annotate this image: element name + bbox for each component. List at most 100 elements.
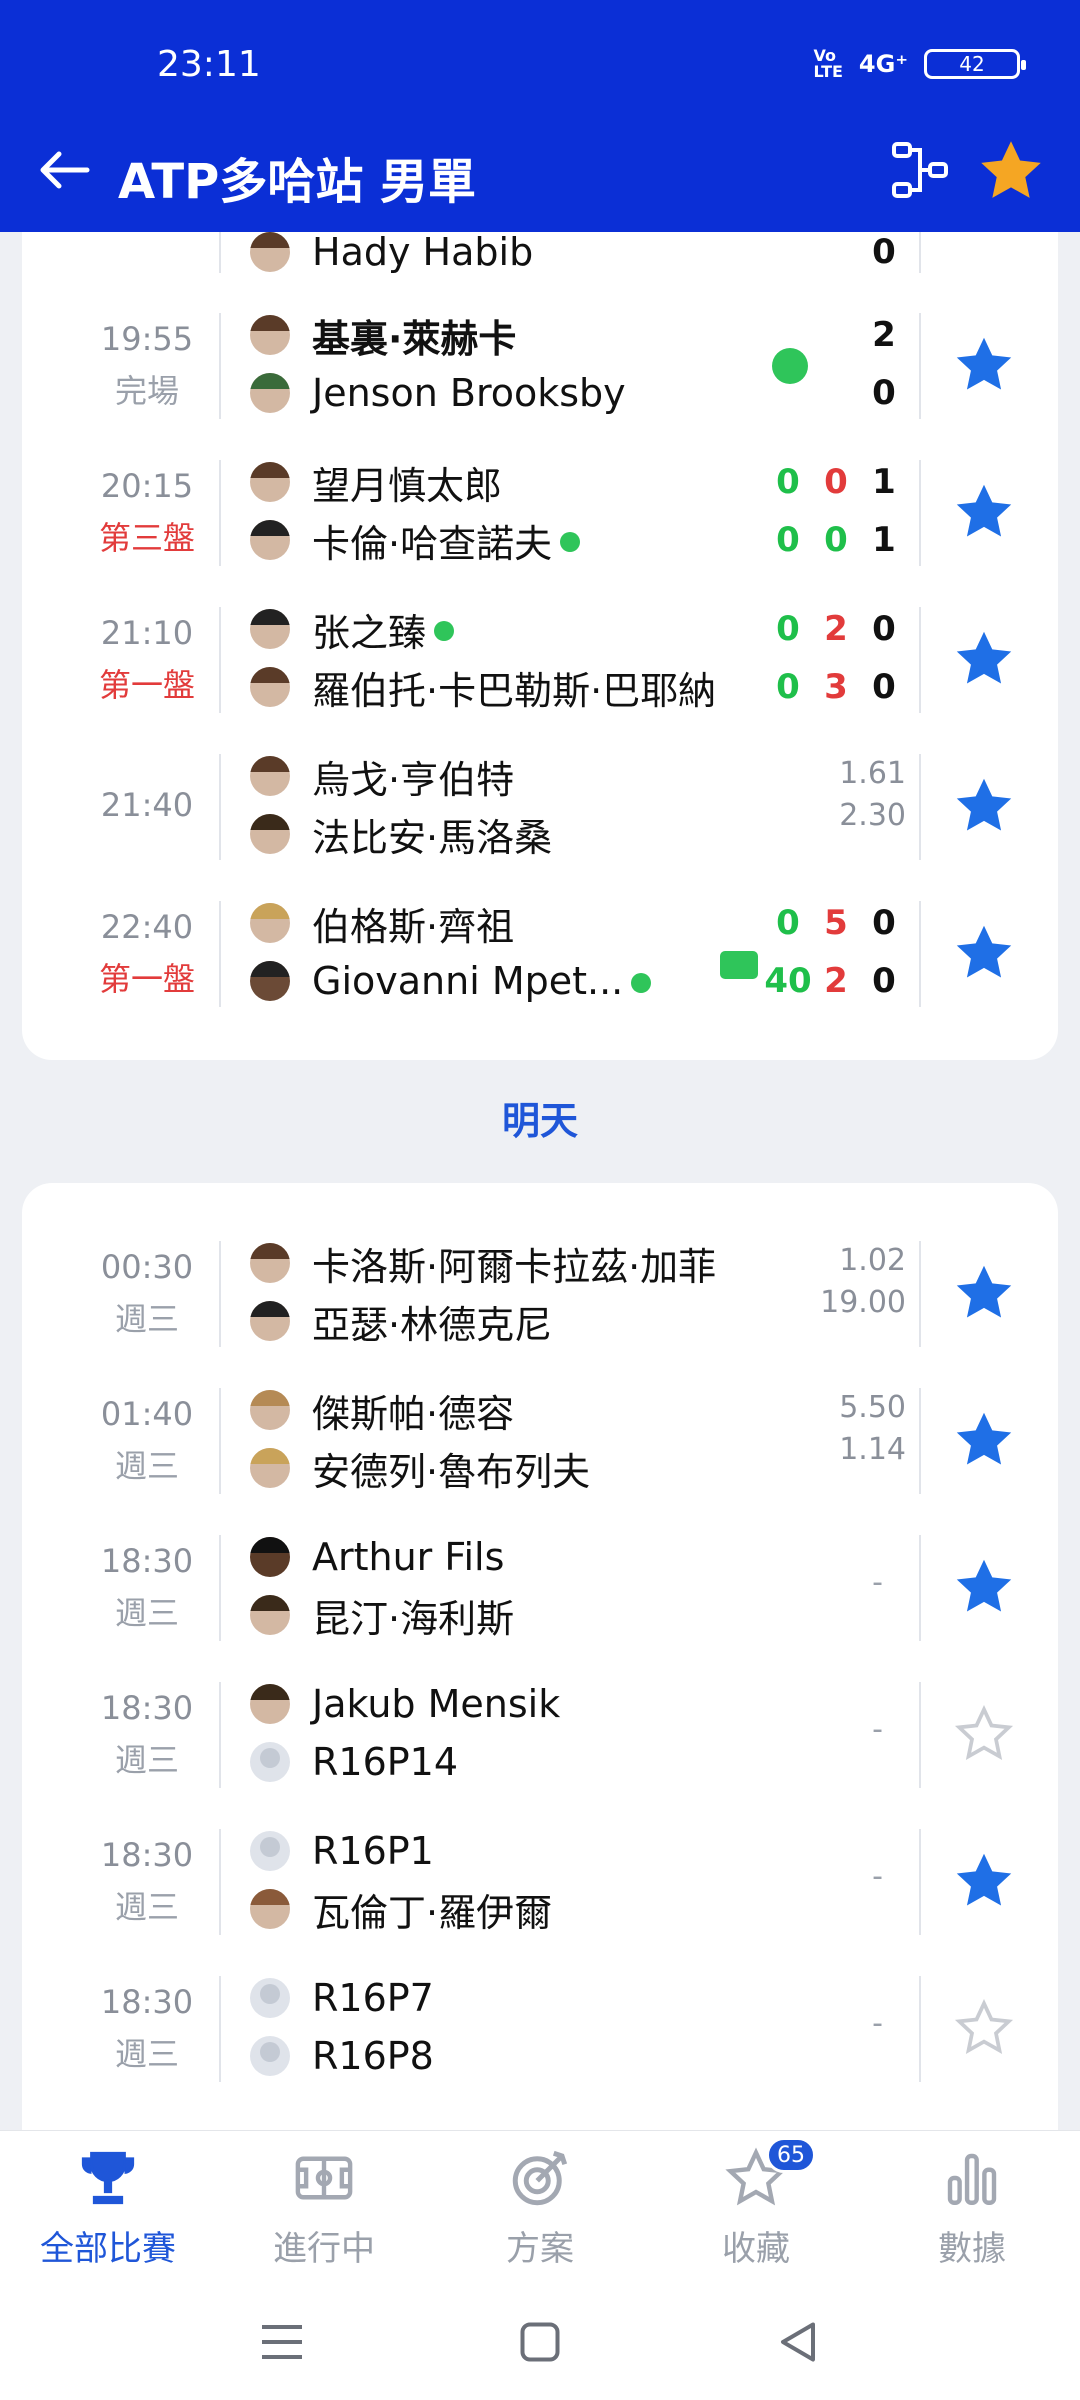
star-filled-icon [981,141,1041,198]
match-row[interactable]: 18:30 週三 Arthur Fils 昆汀·海利斯 - [22,1515,1058,1662]
page-title: ATP多哈站 男單 [118,154,477,210]
tab-in-progress[interactable]: 進行中 [216,2131,432,2280]
player-name: 卡洛斯·阿爾卡拉茲·加菲 [312,1244,717,1289]
match-time: 19:55 [100,320,194,358]
tab-plans[interactable]: 方案 [432,2131,648,2280]
menu-icon[interactable] [252,2312,312,2372]
player-name: 昆汀·海利斯 [312,1596,515,1641]
player-avatar [250,1595,290,1635]
favorite-league-button[interactable] [976,136,1046,206]
match-row[interactable]: 21:10 第一盤 张之臻 羅伯托·卡巴勒斯·巴耶納 020 030 [22,587,1058,734]
player-name: Jakub Mensik [312,1682,561,1726]
player-row: Arthur Fils [250,1528,504,1586]
player-avatar [250,1889,290,1929]
player-name: 法比安·馬洛桑 [312,815,553,860]
star-filled-icon[interactable] [952,1408,1016,1472]
player-row: R16P7 [250,1969,434,2027]
serving-ball-icon [560,532,581,552]
star-filled-icon[interactable] [952,333,1016,397]
odds-placeholder: - [872,1712,883,1747]
match-time: 18:30 [100,1689,194,1727]
player-name: Giovanni Mpet... [312,959,624,1003]
serving-ball-icon [631,973,652,993]
player-name: R16P1 [312,1829,434,1873]
player-row: R16P1 [250,1822,434,1880]
match-time: 00:30 [100,1248,194,1286]
player-avatar-placeholder [250,1978,290,2018]
status-icons: Vo LTE 4G⁺ 42 [813,46,1026,81]
player-row: 卡倫·哈查諾夫 [250,511,581,569]
app-header: 23:11 Vo LTE 4G⁺ 42 ATP多哈站 男單 [0,0,1080,232]
trophy-icon [81,2151,135,2205]
status-time: 23:11 [157,44,261,85]
odds: 1.61 [839,756,906,791]
player-name: 瓦倫丁·羅伊爾 [312,1890,553,1935]
player-avatar [250,961,290,1001]
player-name: 望月慎太郎 [312,463,503,508]
star-filled-icon[interactable] [952,921,1016,985]
match-row[interactable]: 18:30 週三 R16P1 瓦倫丁·羅伊爾 - [22,1809,1058,1956]
player-row: 傑斯帕·德容 [250,1381,514,1439]
star-filled-icon[interactable] [952,1849,1016,1913]
score: 001 [776,520,896,560]
stats-icon[interactable] [772,348,808,384]
player-avatar [250,1301,290,1341]
player-row: Jakub Mensik [250,1675,560,1733]
tomorrow-match-card: 00:30 週三 卡洛斯·阿爾卡拉茲·加菲 亞瑟·林德克尼 1.02 19.00… [22,1183,1058,2203]
player-avatar-placeholder [250,2036,290,2076]
score: 0 [872,373,896,413]
match-status: 週三 [114,1447,179,1485]
battery-icon: 42 [924,49,1026,79]
player-name: Hady Habib [312,230,534,274]
match-time: 20:15 [100,467,194,505]
tab-favorites[interactable]: 65 收藏 [648,2131,864,2280]
match-row[interactable]: 18:30 週三 R16P7 R16P8 - [22,1956,1058,2103]
odds: 19.00 [820,1285,906,1320]
match-row[interactable]: 00:30 週三 卡洛斯·阿爾卡拉茲·加菲 亞瑟·林德克尼 1.02 19.00 [22,1221,1058,1368]
star-filled-icon[interactable] [952,774,1016,838]
player-name: 卡倫·哈查諾夫 [312,521,553,566]
player-avatar [250,667,290,707]
score: 001 [776,462,896,502]
today-match-card: 完場 Hady Habib 0 19:55 完場 基裏·萊赫卡 Jenson B… [22,200,1058,1060]
player-avatar [250,609,290,649]
match-time: 18:30 [100,1836,194,1874]
player-name: 安德列·魯布列夫 [312,1449,591,1494]
match-row[interactable]: 19:55 完場 基裏·萊赫卡 Jenson Brooksby 2 0 [22,293,1058,440]
star-filled-icon[interactable] [952,480,1016,544]
tab-data[interactable]: 數據 [864,2131,1080,2280]
match-row[interactable]: 18:30 週三 Jakub Mensik R16P14 - [22,1662,1058,1809]
home-icon[interactable] [510,2312,570,2372]
star-filled-icon[interactable] [952,627,1016,691]
match-time: 18:30 [100,1542,194,1580]
match-row[interactable]: 21:40 烏戈·亨伯特 法比安·馬洛桑 1.61 2.30 [22,734,1058,881]
match-status: 第三盤 [98,519,195,557]
match-status: 第一盤 [98,960,195,998]
odds-placeholder: - [872,1859,883,1894]
bracket-icon [892,142,948,198]
tab-all-matches[interactable]: 全部比賽 [0,2131,216,2280]
player-name: 羅伯托·卡巴勒斯·巴耶納 [312,668,717,713]
star-outline-icon[interactable] [952,1996,1016,2060]
player-row: 昆汀·海利斯 [250,1586,514,1644]
player-avatar [250,1537,290,1577]
player-avatar [250,232,290,272]
odds: 1.14 [839,1432,906,1467]
signal-icon: 4G⁺ [858,50,908,78]
star-filled-icon[interactable] [952,1261,1016,1325]
player-row: Jenson Brooksby [250,364,626,422]
match-row[interactable]: 01:40 週三 傑斯帕·德容 安德列·魯布列夫 5.50 1.14 [22,1368,1058,1515]
target-icon [512,2150,568,2206]
back-button[interactable] [32,140,96,200]
bottom-nav: 全部比賽 進行中 方案 65 收藏 數據 [0,2130,1080,2280]
volte-icon: Vo LTE [813,46,843,81]
match-status: 週三 [114,2035,179,2073]
star-filled-icon[interactable] [952,1555,1016,1619]
bracket-button[interactable] [888,138,952,202]
star-outline-icon[interactable] [952,1702,1016,1766]
match-row[interactable]: 20:15 第三盤 望月慎太郎 卡倫·哈查諾夫 001 001 [22,440,1058,587]
match-row[interactable]: 22:40 第一盤 伯格斯·齊祖 Giovanni Mpet... 050 40… [22,881,1058,1028]
back-triangle-icon[interactable] [768,2312,828,2372]
odds: 2.30 [839,798,906,833]
court-icon[interactable] [720,951,758,979]
